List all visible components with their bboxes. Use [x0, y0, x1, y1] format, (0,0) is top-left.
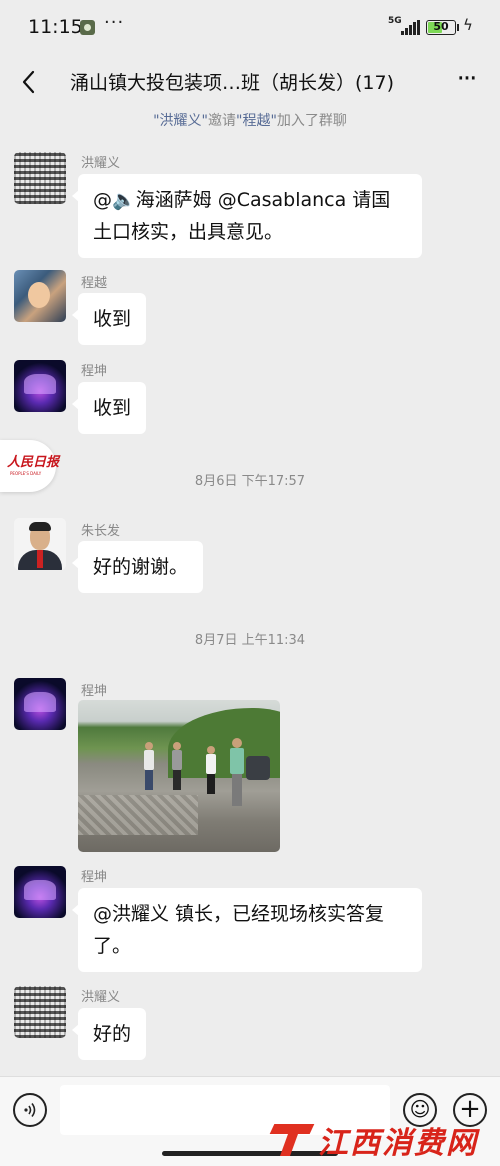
- sender-name: 程坤: [81, 364, 108, 379]
- joined-text: 加入了群聊: [276, 113, 347, 129]
- charging-bolt-icon: ϟ: [463, 16, 473, 34]
- time-divider: 8月7日 上午11:34: [194, 633, 306, 648]
- voice-icon[interactable]: [13, 1093, 47, 1127]
- message-bubble[interactable]: 收到: [71, 293, 147, 345]
- battery-percent: 50: [433, 20, 449, 33]
- message-bubble[interactable]: 收到: [71, 382, 147, 434]
- sender-name: 朱长发: [81, 524, 121, 539]
- message-bubble[interactable]: @🔈海涵萨姆 @Casablanca 请国土口核实，出具意见。: [72, 174, 422, 258]
- sender-name: 程越: [81, 276, 108, 291]
- network-type: 5G: [388, 16, 402, 26]
- back-chevron-icon[interactable]: [10, 58, 46, 106]
- battery-icon: 50: [426, 20, 456, 35]
- avatar[interactable]: [14, 986, 66, 1038]
- sender-name: 洪耀义: [81, 156, 121, 171]
- photo-message[interactable]: [78, 700, 280, 852]
- group-join-notice: "洪耀义"邀请"程越"加入了群聊: [0, 110, 500, 130]
- avatar[interactable]: [14, 152, 66, 204]
- invitee-name[interactable]: "程越": [236, 113, 277, 129]
- more-notifications-icon: ···: [104, 12, 125, 33]
- message-bubble[interactable]: 好的: [71, 1008, 147, 1060]
- badge-logo: 人民日报: [7, 455, 60, 470]
- invite-word: 邀请: [208, 113, 236, 129]
- watermark-text: 江西消费网: [318, 1126, 478, 1161]
- avatar[interactable]: [14, 360, 66, 412]
- battery-tip: [457, 24, 459, 31]
- chat-title: 涌山镇大投包装项…班（胡长发）(17): [70, 72, 395, 94]
- message-bubble[interactable]: @洪耀义 镇长，已经现场核实答复了。: [72, 888, 422, 972]
- avatar[interactable]: [14, 518, 66, 570]
- sender-name: 洪耀义: [81, 990, 121, 1005]
- watermark-logo-icon: [270, 1120, 316, 1156]
- avatar[interactable]: [14, 678, 66, 730]
- inviter-name[interactable]: "洪耀义": [153, 113, 208, 129]
- app-notification-icon: [80, 20, 95, 35]
- status-bar: 11:15 ··· 5G 50 ϟ: [0, 0, 500, 58]
- status-time: 11:15: [28, 16, 83, 38]
- chat-header: 涌山镇大投包装项…班（胡长发）(17) ···: [0, 58, 500, 106]
- sender-name: 程坤: [81, 684, 108, 699]
- message-bubble[interactable]: 好的谢谢。: [71, 541, 204, 593]
- signal-strength-icon: [401, 20, 421, 35]
- time-divider: 8月6日 下午17:57: [194, 474, 306, 489]
- more-icon[interactable]: ···: [448, 64, 484, 100]
- avatar[interactable]: [14, 270, 66, 322]
- sender-name: 程坤: [81, 870, 108, 885]
- avatar[interactable]: [14, 866, 66, 918]
